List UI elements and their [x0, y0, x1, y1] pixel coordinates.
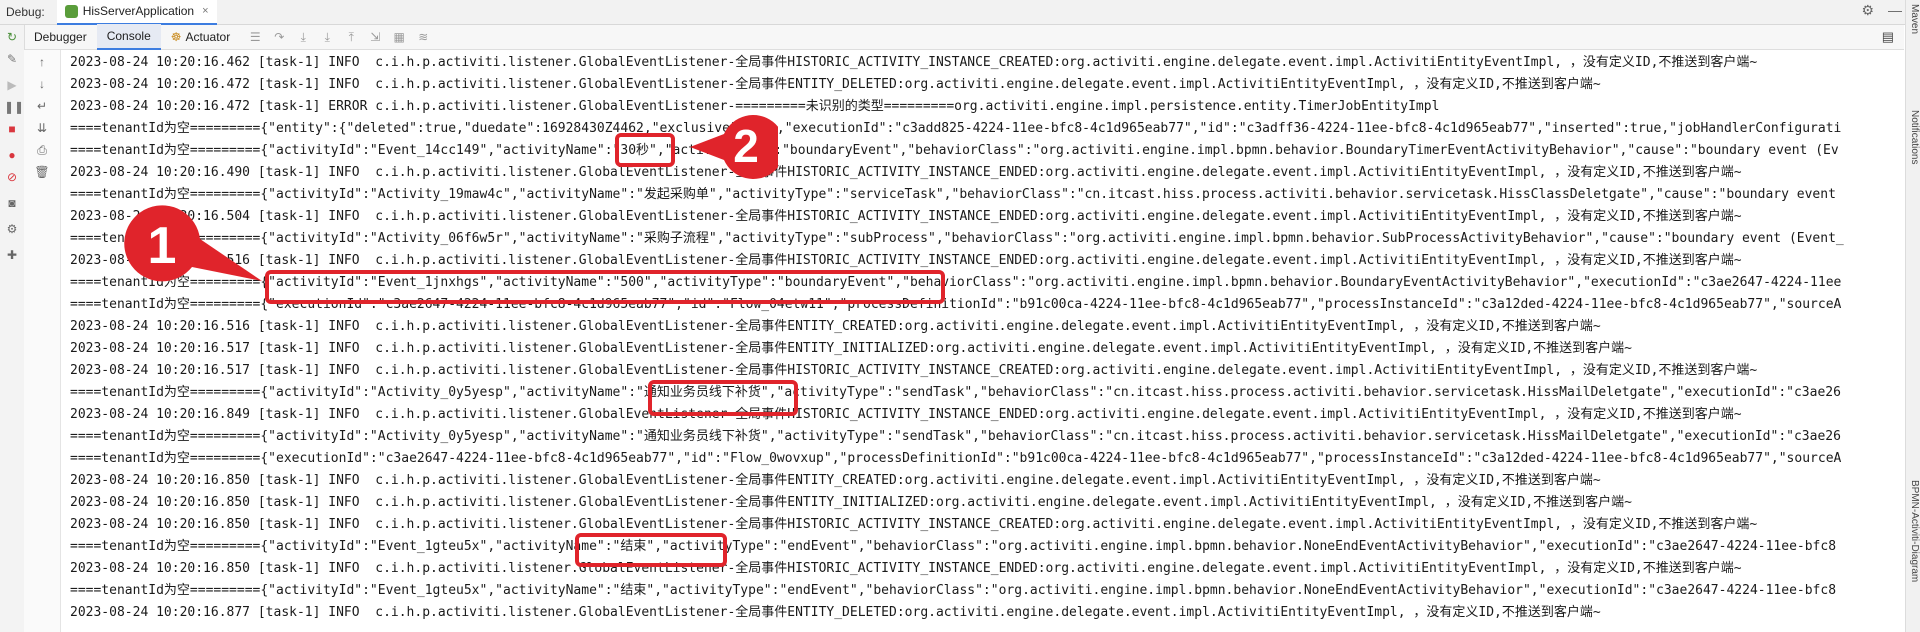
log-line: 2023-08-24 10:20:16.517 [task-1] INFO c.…	[70, 363, 1758, 378]
log-line: 2023-08-24 10:20:16.850 [task-1] INFO c.…	[70, 517, 1758, 532]
camera-icon[interactable]: ◙	[4, 195, 20, 211]
log-line: 2023-08-24 10:20:16.504 [task-1] INFO c.…	[70, 209, 1742, 224]
tab-console[interactable]: Console	[96, 24, 161, 50]
log-line: 2023-08-24 10:20:16.516 [task-1] INFO c.…	[70, 253, 1742, 268]
menu-icon[interactable]: ☰	[246, 30, 264, 44]
log-line: 2023-08-24 10:20:16.850 [task-1] INFO c.…	[70, 561, 1742, 576]
highlight-box-end-event	[575, 533, 727, 567]
log-line: 2023-08-24 10:20:16.850 [task-1] INFO c.…	[70, 495, 1633, 510]
log-line: 2023-08-24 10:20:16.490 [task-1] INFO c.…	[70, 165, 1742, 180]
log-line: ====tenantId为空========={"activityId":"Ac…	[70, 187, 1836, 202]
maven-panel-label[interactable]: Maven	[1906, 4, 1920, 34]
trace-icon[interactable]: ≋	[414, 30, 432, 44]
badge-2-text: 2	[733, 120, 759, 172]
scroll-to-end-icon[interactable]: ⇊	[34, 120, 50, 136]
highlight-box-send-task	[648, 380, 798, 416]
log-line: ====tenantId为空========={"entity":{"delet…	[70, 121, 1842, 136]
step-out-icon[interactable]: ⤒	[342, 30, 360, 45]
tab-debugger[interactable]: Debugger	[24, 25, 97, 49]
debug-label: Debug:	[6, 5, 45, 19]
log-line: 2023-08-24 10:20:16.850 [task-1] INFO c.…	[70, 473, 1601, 488]
console-output[interactable]: 2023-08-24 10:20:16.462 [task-1] INFO c.…	[62, 50, 1902, 632]
badge-1-text: 1	[148, 217, 177, 275]
annotation-badge-1: 1	[112, 205, 263, 289]
annotation-badge-2: 2	[690, 112, 786, 182]
tab-debugger-label: Debugger	[34, 30, 87, 44]
log-line: 2023-08-24 10:20:16.472 [task-1] INFO c.…	[70, 77, 1601, 92]
debug-toolbar: Debugger Console ☸ Actuator ☰ ↷ ⤓ ⤓ ⤒ ⇲ ▦…	[24, 24, 1904, 50]
pause-icon[interactable]: ❚❚	[4, 99, 24, 115]
bpmn-diagram-panel-label[interactable]: BPMN-Activiti-Diagram	[1906, 480, 1920, 582]
wrench-icon[interactable]: ✎	[4, 51, 20, 67]
step-over-icon[interactable]: ↷	[270, 30, 288, 44]
log-line: 2023-08-24 10:20:16.462 [task-1] INFO c.…	[70, 55, 1758, 70]
debug-header: Debug: HisServerApplication × ⚙ —	[0, 0, 1920, 25]
tab-actuator[interactable]: ☸ Actuator	[161, 25, 240, 49]
log-line: ====tenantId为空========={"activityId":"Ev…	[70, 143, 1839, 158]
resume-icon[interactable]: ▶	[4, 77, 20, 93]
actuator-icon: ☸	[170, 30, 182, 44]
down-arrow-icon[interactable]: ↓	[34, 76, 50, 92]
tab-console-label: Console	[106, 29, 151, 43]
badge-2-shape: 2	[690, 115, 786, 179]
log-line: 2023-08-24 10:20:16.516 [task-1] INFO c.…	[70, 319, 1601, 334]
highlight-box-boundary-event	[265, 270, 945, 304]
run-config-tab[interactable]: HisServerApplication ×	[56, 0, 217, 25]
log-line: ====tenantId为空========={"activityId":"Ev…	[70, 539, 1837, 554]
log-line: ====tenantId为空========={"executionId":"c…	[70, 451, 1842, 466]
log-line: ====tenantId为空========={"activityId":"Ev…	[70, 583, 1837, 598]
log-line: 2023-08-24 10:20:16.849 [task-1] INFO c.…	[70, 407, 1742, 422]
log-line: 2023-08-24 10:20:16.517 [task-1] INFO c.…	[70, 341, 1633, 356]
console-gutter: ↑ ↓ ↵ ⇊ ⎙ 🗑	[24, 50, 61, 632]
log-line: 2023-08-24 10:20:16.877 [task-1] INFO c.…	[70, 605, 1601, 620]
tab-actuator-label: Actuator	[185, 30, 231, 44]
up-arrow-icon[interactable]: ↑	[34, 54, 50, 70]
run-to-cursor-icon[interactable]: ⇲	[366, 30, 384, 44]
step-into-icon[interactable]: ⤓	[294, 30, 312, 45]
log-line: ====tenantId为空========={"activityId":"Ac…	[70, 385, 1841, 400]
log-line: ====tenantId为空========={"activityId":"Ac…	[70, 429, 1841, 444]
highlight-box-30s	[615, 133, 675, 167]
gear-icon[interactable]: ⚙	[1861, 2, 1874, 19]
evaluate-icon[interactable]: ▦	[390, 30, 408, 44]
app-tab-label: HisServerApplication	[82, 4, 195, 18]
settings-icon[interactable]: ⚙	[4, 221, 20, 237]
trash-icon[interactable]: 🗑	[34, 164, 50, 180]
stop-icon[interactable]: ■	[4, 121, 20, 137]
soft-wrap-icon[interactable]: ↵	[34, 98, 50, 114]
badge-1-shape: 1	[124, 205, 263, 282]
pin-icon[interactable]: ✚	[4, 247, 20, 263]
spring-app-icon	[64, 4, 78, 18]
view-breakpoints-icon[interactable]: ●	[4, 147, 20, 163]
right-tool-strip: Maven Notifications BPMN-Activiti-Diagra…	[1905, 0, 1920, 632]
log-line: ====tenantId为空========={"activityId":"Ac…	[70, 231, 1844, 246]
window-controls: ⚙ —	[1861, 2, 1902, 19]
print-icon[interactable]: ⎙	[34, 142, 50, 158]
rerun-icon[interactable]: ↻	[4, 29, 20, 45]
layout-icon[interactable]: ▤	[1882, 29, 1894, 45]
minus-icon[interactable]: —	[1888, 2, 1902, 19]
close-tab-icon[interactable]: ×	[202, 5, 208, 17]
mute-breakpoints-icon[interactable]: ⊘	[4, 169, 20, 185]
left-debug-toolbar: ↻ ✎ ▶ ❚❚ ■ ● ⊘ ◙ ⚙ ✚	[0, 25, 25, 632]
notifications-panel-label[interactable]: Notifications	[1906, 110, 1920, 164]
force-step-into-icon[interactable]: ⤓	[318, 30, 336, 45]
